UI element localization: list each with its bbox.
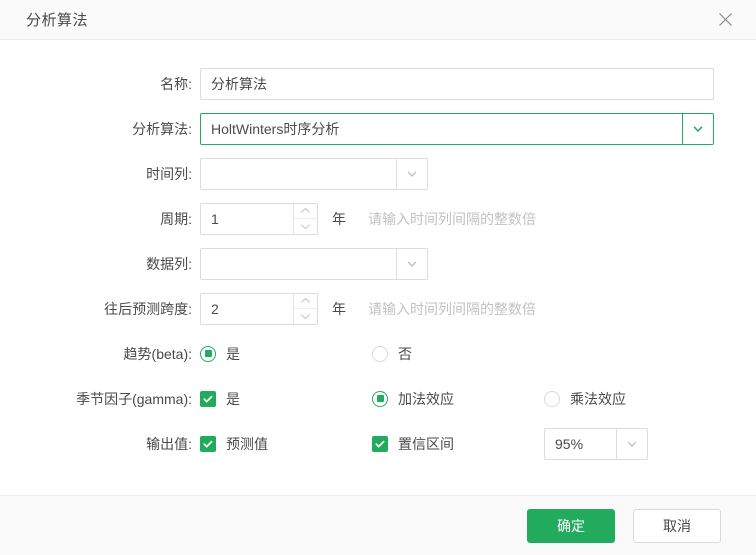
seasonal-label: 季节因子(gamma): [76, 390, 192, 407]
form-row-algorithm: 分析算法: HoltWinters时序分析 [0, 106, 756, 151]
form-row-name: 名称: 分析算法 [0, 61, 756, 106]
output-checkbox-confidence[interactable]: 置信区间 [372, 434, 544, 454]
seasonal-radio-additive[interactable]: 加法效应 [372, 389, 544, 409]
period-stepper[interactable]: 1 [200, 202, 318, 235]
forecast-span-stepper[interactable]: 2 [200, 292, 318, 325]
checkbox-checked-icon [200, 390, 216, 407]
period-spinner [293, 203, 317, 234]
name-field-area: 分析算法 [200, 67, 714, 100]
trend-radio-yes[interactable]: 是 [200, 344, 372, 364]
forecast-span-spinner [293, 293, 317, 324]
radio-unchecked-icon [372, 345, 388, 362]
cancel-button[interactable]: 取消 [633, 508, 721, 543]
trend-field-area: 是 否 [200, 344, 412, 364]
close-icon[interactable] [712, 7, 738, 33]
chevron-up-icon[interactable] [294, 204, 317, 219]
period-input[interactable]: 1 [201, 204, 293, 234]
period-field-area: 1 年 请输入时间列间隔的整数倍 [200, 202, 536, 235]
period-unit: 年 [332, 210, 346, 227]
radio-unchecked-icon [544, 390, 560, 407]
time-column-select-value [201, 159, 396, 189]
dialog-header: 分析算法 [0, 0, 756, 40]
algorithm-select-value: HoltWinters时序分析 [211, 120, 340, 137]
seasonal-radio-multiplicative-label: 乘法效应 [570, 390, 626, 407]
output-checkbox-confidence-label: 置信区间 [398, 435, 454, 452]
period-label: 周期: [160, 210, 192, 227]
data-column-select-value [201, 249, 396, 279]
form-row-data-column: 数据列: [0, 241, 756, 286]
dialog-title: 分析算法 [26, 12, 89, 29]
form-row-output: 输出值: 预测值 置信区间 95% [0, 421, 756, 466]
name-label: 名称: [160, 75, 192, 92]
radio-checked-icon [372, 390, 388, 407]
form-row-forecast-span: 往后预测跨度: 2 年 请输入时间列间隔的整数倍 [0, 286, 756, 331]
seasonal-radio-additive-label: 加法效应 [398, 390, 454, 407]
trend-radio-yes-label: 是 [226, 345, 240, 362]
seasonal-enable-checkbox[interactable]: 是 [200, 389, 372, 409]
forecast-span-unit: 年 [332, 300, 346, 317]
period-hint: 请输入时间列间隔的整数倍 [368, 210, 536, 227]
analysis-algorithm-dialog: 分析算法 名称: 分析算法 分析算法: HoltWinters时序分析 时间列:… [0, 0, 756, 555]
chevron-down-icon[interactable] [294, 309, 317, 324]
chevron-down-icon[interactable] [396, 248, 427, 279]
data-column-select[interactable] [200, 247, 428, 280]
checkbox-checked-icon [372, 435, 388, 452]
output-checkbox-forecast[interactable]: 预测值 [200, 434, 372, 454]
trend-label: 趋势(beta): [123, 345, 192, 362]
forecast-span-input[interactable]: 2 [201, 294, 293, 324]
algorithm-label: 分析算法: [132, 120, 192, 137]
chevron-down-icon[interactable] [616, 428, 647, 459]
confirm-button[interactable]: 确定 [527, 508, 615, 543]
algorithm-select[interactable]: HoltWinters时序分析 [200, 112, 714, 145]
trend-radio-no[interactable]: 否 [372, 344, 412, 364]
seasonal-enable-label: 是 [226, 390, 240, 407]
form-row-trend: 趋势(beta): 是 否 [0, 331, 756, 376]
forecast-span-hint: 请输入时间列间隔的整数倍 [368, 300, 536, 317]
name-input[interactable]: 分析算法 [200, 67, 714, 100]
time-column-field-area [200, 157, 428, 190]
radio-checked-icon [200, 345, 216, 362]
output-checkbox-forecast-label: 预测值 [226, 435, 268, 452]
form-row-period: 周期: 1 年 请输入时间列间隔的整数倍 [0, 196, 756, 241]
trend-radio-no-label: 否 [398, 345, 412, 362]
output-label: 输出值: [146, 435, 192, 452]
checkbox-checked-icon [200, 435, 216, 452]
seasonal-field-area: 是 加法效应 乘法效应 [200, 389, 626, 409]
time-column-label: 时间列: [146, 165, 192, 182]
data-column-field-area [200, 247, 428, 280]
chevron-down-icon[interactable] [682, 113, 713, 144]
data-column-label: 数据列: [146, 255, 192, 272]
dialog-footer: 确定 取消 [0, 495, 756, 555]
forecast-span-field-area: 2 年 请输入时间列间隔的整数倍 [200, 292, 536, 325]
confidence-level-value: 95% [555, 435, 584, 452]
chevron-down-icon[interactable] [294, 219, 317, 234]
form-row-time-column: 时间列: [0, 151, 756, 196]
chevron-down-icon[interactable] [396, 158, 427, 189]
form-row-seasonal: 季节因子(gamma): 是 加法效应 乘法效应 [0, 376, 756, 421]
output-field-area: 预测值 置信区间 95% [200, 427, 648, 460]
chevron-up-icon[interactable] [294, 294, 317, 309]
seasonal-radio-multiplicative[interactable]: 乘法效应 [544, 389, 626, 409]
confidence-level-select[interactable]: 95% [544, 427, 648, 460]
algorithm-field-area: HoltWinters时序分析 [200, 112, 714, 145]
dialog-body: 名称: 分析算法 分析算法: HoltWinters时序分析 时间列: 周期: … [0, 40, 756, 495]
forecast-span-label: 往后预测跨度: [104, 300, 192, 317]
time-column-select[interactable] [200, 157, 428, 190]
